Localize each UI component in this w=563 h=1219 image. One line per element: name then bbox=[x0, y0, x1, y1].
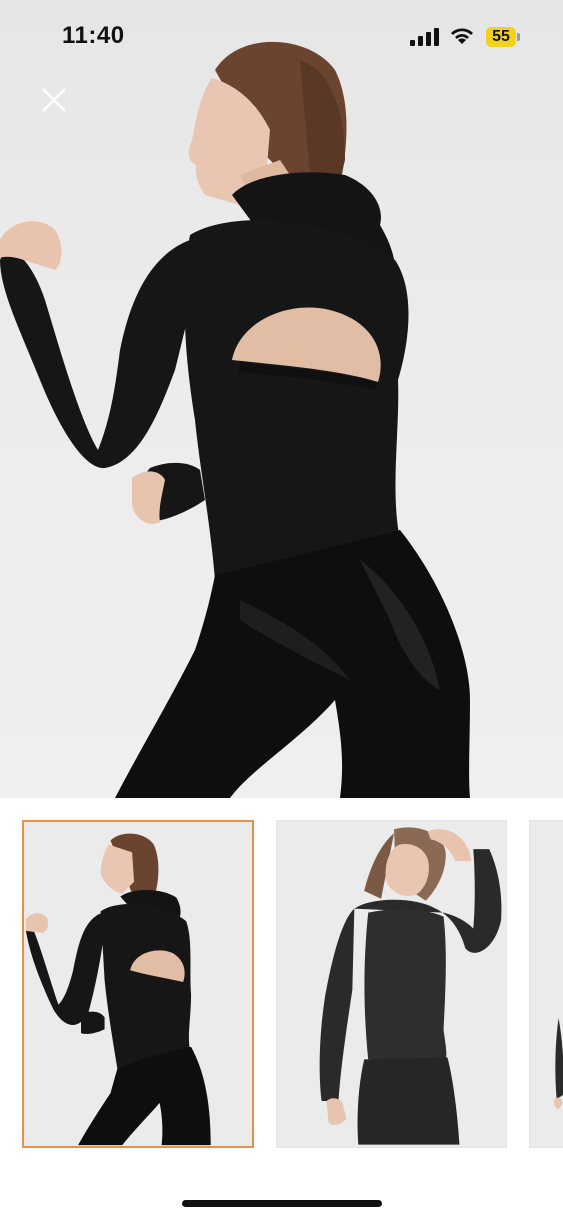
thumbnail-3[interactable] bbox=[529, 820, 563, 1148]
home-indicator[interactable] bbox=[182, 1200, 382, 1207]
thumbnail-3-image bbox=[530, 828, 563, 1140]
close-icon[interactable] bbox=[40, 86, 68, 114]
thumbnail-1[interactable] bbox=[22, 820, 254, 1148]
thumbnail-1-image bbox=[24, 822, 252, 1146]
signal-icon bbox=[410, 28, 439, 46]
thumbnail-2[interactable] bbox=[276, 820, 507, 1148]
status-bar: 11:40 55 bbox=[0, 0, 563, 70]
battery-cap bbox=[517, 33, 520, 41]
status-time: 11:40 bbox=[62, 22, 125, 49]
wifi-icon bbox=[451, 28, 473, 44]
battery-level: 55 bbox=[492, 28, 510, 45]
product-hero-image[interactable]: 11:40 55 bbox=[0, 0, 563, 798]
model-photo bbox=[0, 41, 470, 798]
battery-icon: 55 bbox=[486, 27, 520, 47]
thumbnail-2-image bbox=[277, 821, 506, 1147]
